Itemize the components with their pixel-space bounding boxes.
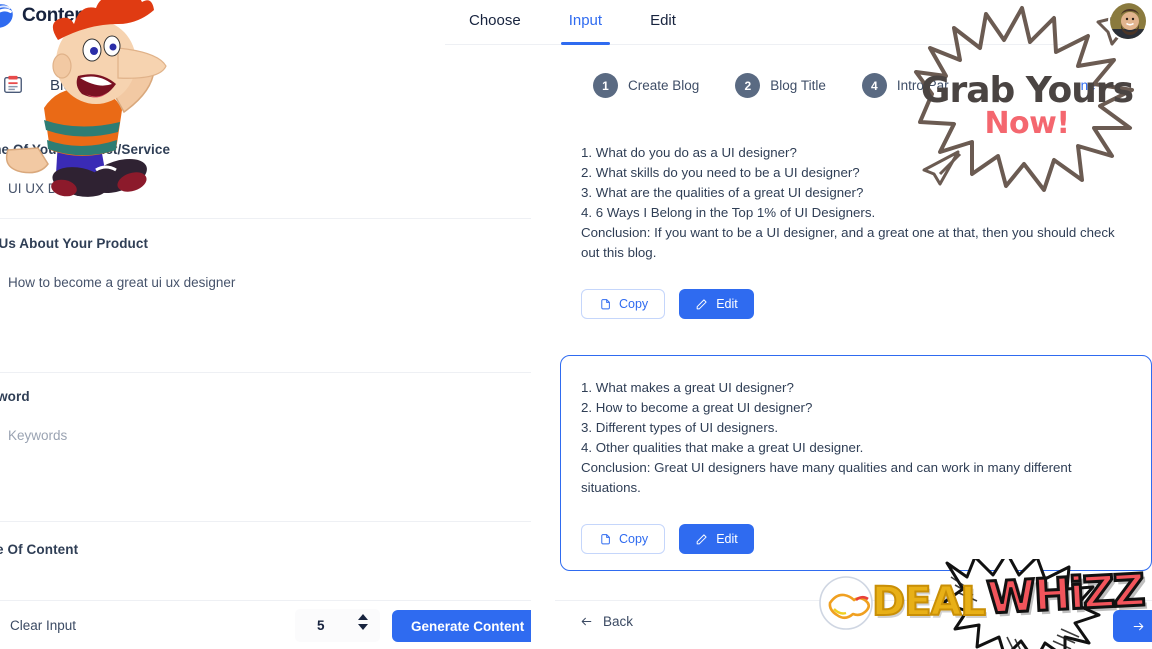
copy-button[interactable]: Copy xyxy=(581,524,666,554)
input-action-bar: Clear Input 5 Generate Content xyxy=(0,600,531,649)
tab-choose[interactable]: Choose xyxy=(469,12,521,45)
result-card-actions: Copy Edit xyxy=(581,289,1131,319)
stepper-arrows[interactable] xyxy=(358,614,368,630)
result-line: 3. What are the qualities of a great UI … xyxy=(581,185,864,200)
edit-button[interactable]: Edit xyxy=(679,524,754,554)
copy-button-label: Copy xyxy=(619,297,649,311)
step-blog-title[interactable]: 2 Blog Title xyxy=(735,73,826,98)
avatar[interactable] xyxy=(1108,1,1148,41)
blog-content-title: Blog Content xyxy=(50,76,137,94)
stepper-increment-icon[interactable] xyxy=(358,614,368,620)
result-line: 4. 6 Ways I Belong in the Top 1% of UI D… xyxy=(581,205,876,220)
tab-edit[interactable]: Edit xyxy=(650,12,676,45)
field-tone-of-content: Tone Of Content xyxy=(0,542,531,557)
field-product-name: Name Of Your Product/Service UI UX Desig… xyxy=(0,142,531,196)
step-label-blog-title: Blog Title xyxy=(770,78,826,93)
step-label-create-blog: Create Blog xyxy=(628,78,700,93)
result-card-actions: Copy Edit xyxy=(581,524,1131,554)
arrow-left-icon xyxy=(581,617,592,626)
result-line: 2. How to become a great UI designer? xyxy=(581,400,813,415)
back-button[interactable]: Back xyxy=(579,614,633,629)
field-label-keyword: Keyword xyxy=(0,389,30,404)
field-label-product-description: Tell Us About Your Product xyxy=(0,236,149,251)
arrow-right-icon xyxy=(1133,622,1144,630)
pencil-icon xyxy=(696,298,707,309)
output-panel: Choose Input Edit 1 Create Blog 2 Blog T… xyxy=(445,0,1152,649)
product-description-input[interactable]: How to become a great ui ux designer xyxy=(0,275,531,290)
input-form-panel: ContentAi Blog Content Name Of Your Prod… xyxy=(0,0,531,649)
brand-name: ContentAi xyxy=(22,5,110,27)
result-line: 1. What makes a great UI designer? xyxy=(581,380,794,395)
copy-icon xyxy=(601,533,610,544)
wizard-tabs: Choose Input Edit xyxy=(445,0,1066,45)
step-label-partial-occluded: ne xyxy=(1080,78,1096,93)
step-indicator: 1 Create Blog 2 Blog Title 4 Intro Par n… xyxy=(593,73,1096,98)
result-line: 2. What skills do you need to be a UI de… xyxy=(581,165,860,180)
clipboard-document-icon xyxy=(4,75,22,94)
brand-header[interactable]: ContentAi xyxy=(0,2,110,30)
stepper-decrement-icon[interactable] xyxy=(358,624,368,630)
result-line: 4. Other qualities that make a great UI … xyxy=(581,440,864,455)
back-button-label: Back xyxy=(603,614,634,629)
swirl-logo-icon xyxy=(0,4,13,28)
edit-button[interactable]: Edit xyxy=(679,289,754,319)
product-name-input[interactable]: UI UX Design xyxy=(0,181,531,196)
field-product-description: Tell Us About Your Product How to become… xyxy=(0,236,531,290)
next-button[interactable]: Next xyxy=(1113,610,1152,642)
result-line: 1. What do you do as a UI designer? xyxy=(581,145,797,160)
divider-2 xyxy=(0,372,531,373)
step-badge-1: 1 xyxy=(593,73,618,98)
generate-content-button[interactable]: Generate Content xyxy=(392,610,531,642)
edit-button-label: Edit xyxy=(716,297,738,311)
field-label-tone-of-content: Tone Of Content xyxy=(0,542,79,557)
divider-1 xyxy=(0,218,531,219)
result-card[interactable]: 1. What makes a great UI designer? 2. Ho… xyxy=(560,355,1152,571)
clear-input-button[interactable]: Clear Input xyxy=(10,618,76,633)
result-line: 3. Different types of UI designers. xyxy=(581,420,779,435)
step-badge-4: 4 xyxy=(861,73,887,98)
app-root: ContentAi Blog Content Name Of Your Prod… xyxy=(0,0,1152,649)
step-intro-paragraph[interactable]: 4 Intro Par xyxy=(861,73,949,98)
field-keyword: Keyword Keywords xyxy=(0,389,531,443)
wizard-nav-bar: Back Next xyxy=(555,600,1152,649)
step-label-intro-paragraph: Intro Par xyxy=(896,78,949,93)
copy-icon xyxy=(601,298,610,309)
content-count-value: 5 xyxy=(317,618,325,633)
pencil-icon xyxy=(696,533,707,544)
copy-button[interactable]: Copy xyxy=(581,289,666,319)
field-label-product-name: Name Of Your Product/Service xyxy=(0,142,171,157)
result-line: Conclusion: If you want to be a UI desig… xyxy=(581,225,1115,260)
blog-content-card-header: Blog Content xyxy=(2,74,137,96)
tab-input[interactable]: Input xyxy=(560,12,611,45)
step-badge-2: 2 xyxy=(735,73,761,98)
brand-name-accent: Ai xyxy=(91,5,111,26)
results-list[interactable]: 1. What do you do as a UI designer? 2. W… xyxy=(560,120,1152,590)
brand-name-main: Content xyxy=(22,5,92,26)
content-count-stepper[interactable]: 5 xyxy=(295,609,380,642)
divider-3 xyxy=(0,521,531,522)
copy-button-label: Copy xyxy=(619,532,649,546)
result-line: Conclusion: Great UI designers have many… xyxy=(581,460,1072,495)
edit-button-label: Edit xyxy=(716,532,738,546)
keyword-input[interactable]: Keywords xyxy=(0,428,531,443)
step-create-blog[interactable]: 1 Create Blog xyxy=(593,73,699,98)
result-card[interactable]: 1. What do you do as a UI designer? 2. W… xyxy=(560,120,1152,336)
